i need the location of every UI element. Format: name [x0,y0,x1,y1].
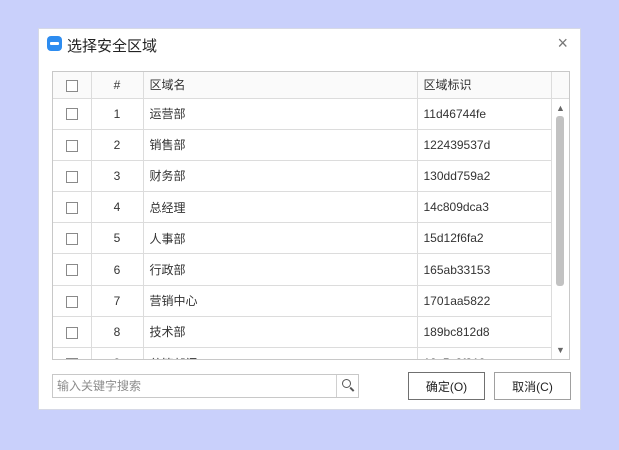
search-icon[interactable] [336,375,358,397]
row-number: 5 [91,222,144,255]
column-header-zone-name[interactable]: 区域名 [143,72,418,99]
table-header-row: # 区域名 区域标识 [53,72,554,99]
zone-id: 1701aa5822 [417,285,554,317]
ok-button[interactable]: 确定(O) [408,372,485,400]
select-security-zone-dialog: 选择安全区域 × # 区域名 区域标识 1 运营部 11d46744fe 2 销售部 12… [38,28,581,410]
table-row[interactable]: 2 销售部 122439537d [53,129,554,161]
zone-id: 15d12f6fa2 [417,222,554,255]
scrollbar-thumb[interactable] [556,116,564,286]
zone-name: 营销中心 [143,285,418,317]
zone-id: 19c5c2f319 [417,347,554,359]
table-row[interactable]: 6 行政部 165ab33153 [53,253,554,286]
app-logo-icon [47,36,62,51]
table-row[interactable]: 8 技术部 189bc812d8 [53,316,554,349]
zone-name: 技术部 [143,316,418,349]
row-number: 6 [91,253,144,286]
zone-id: 130dd759a2 [417,160,554,193]
row-select-cell[interactable] [53,222,92,255]
cancel-button[interactable]: 取消(C) [494,372,571,400]
row-checkbox[interactable] [65,170,78,183]
search-input[interactable] [53,375,335,397]
row-select-cell[interactable] [53,347,92,359]
row-number: 7 [91,285,144,317]
select-all-checkbox[interactable] [65,79,78,92]
zone-id: 11d46744fe [417,98,554,130]
table-row[interactable]: 7 营销中心 1701aa5822 [53,285,554,317]
zone-name: 运营部 [143,98,418,130]
row-number: 3 [91,160,144,193]
column-header-number[interactable]: # [91,72,144,99]
scroll-down-icon[interactable]: ▼ [552,343,569,357]
row-checkbox[interactable] [65,326,78,339]
table-row[interactable]: 4 总经理 14c809dca3 [53,191,554,224]
row-select-cell[interactable] [53,285,92,317]
header-select-all[interactable] [53,72,92,99]
row-number: 2 [91,129,144,161]
table-row[interactable]: 9总管部门19c5c2f319 [53,347,554,359]
table-row[interactable]: 1 运营部 11d46744fe [53,98,554,130]
zone-table-body: 1 运营部 11d46744fe 2 销售部 122439537d 3 财务部 130dd759… [53,98,554,359]
zone-table: # 区域名 区域标识 1 运营部 11d46744fe 2 销售部 122439537d 3… [53,72,554,359]
row-select-cell[interactable] [53,191,92,224]
row-number: 1 [91,98,144,130]
row-checkbox[interactable] [65,233,78,246]
row-checkbox[interactable] [65,139,78,152]
row-select-cell[interactable] [53,160,92,193]
dialog-titlebar: 选择安全区域 × [39,29,580,61]
zone-table-container: # 区域名 区域标识 1 运营部 11d46744fe 2 销售部 122439537d 3… [52,71,570,360]
zone-id: 122439537d [417,129,554,161]
search-box [52,374,359,398]
row-checkbox[interactable] [65,357,78,359]
row-select-cell[interactable] [53,98,92,130]
row-checkbox[interactable] [65,295,78,308]
zone-name: 销售部 [143,129,418,161]
zone-name: 行政部 [143,253,418,286]
row-number: 9 [91,347,144,359]
close-icon[interactable]: × [557,32,568,54]
zone-name: 总经理 [143,191,418,224]
row-select-cell[interactable] [53,129,92,161]
row-number: 4 [91,191,144,224]
column-header-zone-id[interactable]: 区域标识 [417,72,554,99]
row-checkbox[interactable] [65,108,78,121]
zone-name: 财务部 [143,160,418,193]
zone-name: 人事部 [143,222,418,255]
row-select-cell[interactable] [53,316,92,349]
row-number: 8 [91,316,144,349]
scroll-up-icon[interactable]: ▲ [552,101,569,115]
vertical-scrollbar[interactable]: ▲ ▼ [551,99,569,359]
zone-id: 165ab33153 [417,253,554,286]
dialog-title: 选择安全区域 [67,38,158,55]
zone-id: 14c809dca3 [417,191,554,224]
zone-id: 189bc812d8 [417,316,554,349]
table-row[interactable]: 5 人事部 15d12f6fa2 [53,222,554,255]
row-checkbox[interactable] [65,264,78,277]
scrollbar-header-corner [551,72,569,99]
row-checkbox[interactable] [65,201,78,214]
row-select-cell[interactable] [53,253,92,286]
zone-name: 总管部门 [143,347,418,359]
table-row[interactable]: 3 财务部 130dd759a2 [53,160,554,193]
